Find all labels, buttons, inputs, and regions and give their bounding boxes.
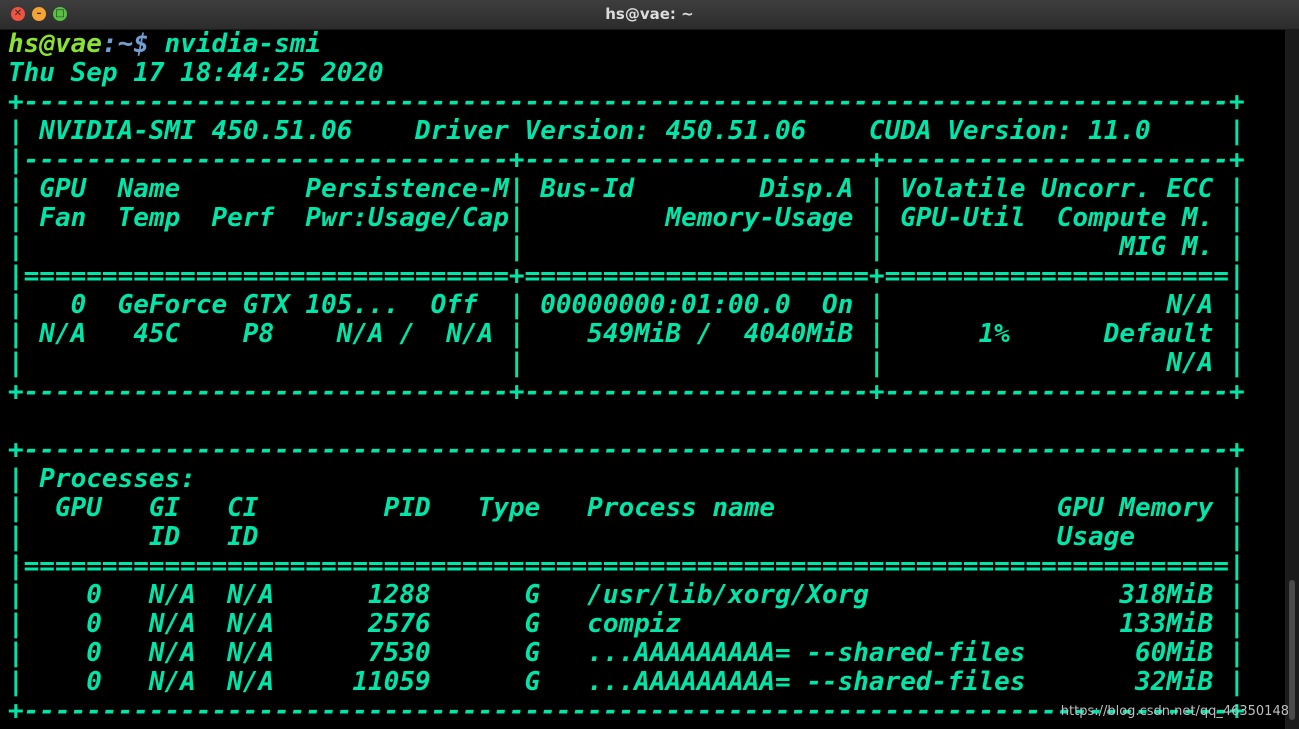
output-line: |-------------------------------+-------…: [8, 145, 1245, 175]
terminal-window: ✕ – □ hs@vae: ~ hs@vae:~$ nvidia-smi Thu…: [0, 0, 1299, 729]
prompt-separator: :: [101, 30, 118, 59]
gpu-row-line: | 0 GeForce GTX 105... Off | 00000000:01…: [8, 290, 1245, 320]
output-line: | Fan Temp Perf Pwr:Usage/Cap| Memory-Us…: [8, 203, 1245, 233]
gpu-row-line: | | | N/A |: [8, 348, 1245, 378]
watermark: https://blog.csdn.net/qq_46350148: [1060, 704, 1289, 719]
output-line: | GPU GI CI PID Type Process name GPU Me…: [8, 493, 1245, 523]
process-row-line: | 0 N/A N/A 1288 G /usr/lib/xorg/Xorg 31…: [8, 580, 1245, 610]
prompt-user: hs@vae: [8, 30, 102, 59]
output-line: |===============================+=======…: [8, 261, 1245, 291]
output-line: | | | MIG M. |: [8, 232, 1245, 262]
window-title: hs@vae: ~: [605, 5, 694, 23]
process-row-line: | 0 N/A N/A 2576 G compiz 133MiB |: [8, 609, 1245, 639]
process-row-line: | 0 N/A N/A 7530 G ...AAAAAAAAA= --share…: [8, 638, 1245, 668]
prompt-path: ~: [117, 30, 134, 59]
output-line: +-------------------------------+-------…: [8, 377, 1245, 407]
output-line-date: Thu Sep 17 18:44:25 2020: [8, 58, 384, 88]
output-line: +---------------------------------------…: [8, 87, 1245, 117]
title-bar[interactable]: ✕ – □ hs@vae: ~: [0, 0, 1299, 30]
output-line: +---------------------------------------…: [8, 435, 1245, 465]
scrollbar[interactable]: [1285, 30, 1299, 729]
gpu-row-line: | N/A 45C P8 N/A / N/A | 549MiB / 4040Mi…: [8, 319, 1245, 349]
scrollbar-thumb[interactable]: [1289, 580, 1295, 720]
prompt-command: nvidia-smi: [148, 30, 322, 59]
process-row-line: | 0 N/A N/A 11059 G ...AAAAAAAAA= --shar…: [8, 667, 1245, 697]
terminal-output[interactable]: hs@vae:~$ nvidia-smi Thu Sep 17 18:44:25…: [0, 30, 1285, 729]
processes-header-line: | Processes: |: [8, 464, 1245, 494]
prompt-line: hs@vae:~$ nvidia-smi: [8, 30, 1285, 59]
output-line: | GPU Name Persistence-M| Bus-Id Disp.A …: [8, 174, 1245, 204]
output-line: | ID ID Usage |: [8, 522, 1245, 552]
output-line: |=======================================…: [8, 551, 1245, 581]
output-line: | NVIDIA-SMI 450.51.06 Driver Version: 4…: [8, 116, 1245, 146]
prompt-symbol: $: [133, 30, 149, 59]
